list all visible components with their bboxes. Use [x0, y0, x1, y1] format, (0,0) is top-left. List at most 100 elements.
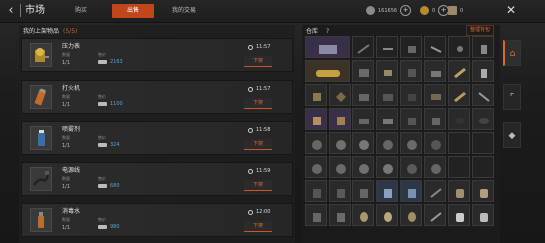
delist-button[interactable]: 下架	[244, 180, 272, 191]
inventory-slot[interactable]	[448, 156, 470, 178]
inventory-slot[interactable]	[305, 180, 327, 202]
currency-gold: 0 +	[420, 5, 450, 16]
item-icon	[313, 117, 321, 125]
expiry-time-text: 11:58	[256, 127, 271, 133]
inventory-slot[interactable]	[400, 84, 422, 106]
listing-row[interactable]: 电源线 数量 1/1 售价 680 11:59 下架	[21, 162, 293, 196]
inventory-slot[interactable]	[424, 180, 446, 202]
item-icon	[408, 46, 416, 53]
delist-button[interactable]: 下架	[244, 98, 272, 109]
inventory-slot[interactable]	[305, 132, 327, 154]
coin-icon	[98, 60, 107, 64]
inventory-slot[interactable]	[448, 36, 470, 58]
help-icon[interactable]: ?	[326, 28, 329, 35]
inventory-slot[interactable]	[424, 108, 446, 130]
qty-label: 数量	[62, 217, 70, 222]
inventory-slot[interactable]	[472, 84, 494, 106]
inventory-slot[interactable]	[400, 180, 422, 202]
inventory-slot[interactable]	[352, 132, 374, 154]
qty-value: 1/1	[62, 60, 71, 66]
inventory-slot[interactable]	[472, 132, 494, 154]
inventory-slot[interactable]	[448, 132, 470, 154]
inventory-slot[interactable]	[424, 132, 446, 154]
inventory-slot[interactable]	[329, 84, 351, 106]
my-listings-panel: 我的上架物品 (5/5) 压力表 数量 1/1 售价 2163 11:57 下架 …	[19, 25, 295, 243]
inventory-slot[interactable]	[352, 36, 374, 58]
inventory-slot[interactable]	[352, 108, 374, 130]
inventory-slot[interactable]	[472, 36, 494, 58]
delist-button[interactable]: 下架	[244, 221, 272, 232]
item-icon	[383, 48, 393, 50]
inventory-slot[interactable]	[448, 108, 470, 130]
back-button[interactable]: ‹	[3, 3, 19, 19]
inventory-slot[interactable]	[329, 156, 351, 178]
inventory-slot[interactable]	[376, 60, 398, 82]
side-tab-home[interactable]: ⌂	[503, 40, 521, 66]
inventory-slot[interactable]	[448, 84, 470, 106]
inventory-slot[interactable]	[424, 204, 446, 226]
inventory-slot[interactable]	[376, 36, 398, 58]
listing-row[interactable]: 打火机 数量 1/1 售价 1100 11:57 下架	[21, 80, 293, 114]
expiry-time-text: 11:57	[256, 86, 271, 92]
side-tab-weapons[interactable]: ⌜	[503, 84, 521, 110]
inventory-slot[interactable]	[424, 36, 446, 58]
delist-button[interactable]: 下架	[244, 139, 272, 150]
inventory-slot[interactable]	[424, 156, 446, 178]
inventory-slot[interactable]	[376, 84, 398, 106]
inventory-slot[interactable]	[376, 180, 398, 202]
inventory-slot[interactable]	[472, 204, 494, 226]
inventory-slot[interactable]	[448, 204, 470, 226]
item-icon	[408, 118, 416, 125]
inventory-slot[interactable]	[352, 156, 374, 178]
inventory-slot[interactable]	[472, 156, 494, 178]
inventory-slot[interactable]	[305, 84, 327, 106]
inventory-slot[interactable]	[352, 60, 374, 82]
inventory-slot[interactable]	[305, 156, 327, 178]
inventory-slot[interactable]	[305, 204, 327, 226]
inventory-slot[interactable]	[400, 204, 422, 226]
organize-button[interactable]: 整理背包	[466, 25, 494, 36]
inventory-slot[interactable]	[400, 132, 422, 154]
inventory-slot[interactable]	[376, 132, 398, 154]
inventory-slot[interactable]	[305, 108, 327, 130]
inventory-slot[interactable]	[448, 180, 470, 202]
inventory-slot[interactable]	[376, 156, 398, 178]
add-coins-button[interactable]: +	[400, 5, 412, 16]
inventory-slot[interactable]	[400, 60, 422, 82]
inventory-slot[interactable]	[329, 204, 351, 226]
listing-row[interactable]: 压力表 数量 1/1 售价 2163 11:57 下架	[21, 38, 293, 72]
clock-icon	[248, 127, 253, 133]
inventory-slot[interactable]	[424, 84, 446, 106]
inventory-slot[interactable]	[376, 204, 398, 226]
inventory-slot[interactable]	[329, 132, 351, 154]
price-value: 980	[98, 224, 120, 230]
inventory-slot[interactable]	[305, 36, 350, 58]
inventory-slot[interactable]	[448, 60, 470, 82]
inventory-slot[interactable]	[352, 204, 374, 226]
currency-coins: 161656 +	[366, 5, 412, 16]
tab-buy[interactable]: 购买	[64, 4, 98, 18]
inventory-slot[interactable]	[424, 60, 446, 82]
inventory-slot[interactable]	[329, 180, 351, 202]
inventory-slot[interactable]	[400, 36, 422, 58]
listing-row[interactable]: 消毒水 数量 1/1 售价 980 12:00 下架	[21, 203, 293, 237]
warehouse-title: 仓库	[306, 28, 319, 35]
item-icon	[407, 140, 417, 150]
delist-button[interactable]: 下架	[244, 56, 272, 67]
inventory-slot[interactable]	[352, 84, 374, 106]
inventory-slot[interactable]	[376, 108, 398, 130]
qty-value: 1/1	[62, 102, 71, 108]
tab-my-trades[interactable]: 我的交易	[162, 4, 206, 18]
inventory-slot[interactable]	[400, 156, 422, 178]
tab-sell[interactable]: 出售	[112, 4, 154, 18]
inventory-slot[interactable]	[472, 60, 494, 82]
listing-row[interactable]: 喷雾剂 数量 1/1 售价 324 11:58 下架	[21, 121, 293, 155]
inventory-slot[interactable]	[352, 180, 374, 202]
inventory-slot[interactable]	[400, 108, 422, 130]
side-tab-tags[interactable]: ◆	[503, 122, 521, 148]
inventory-slot[interactable]	[472, 108, 494, 130]
close-button[interactable]: ✕	[503, 2, 519, 18]
inventory-slot[interactable]	[472, 180, 494, 202]
inventory-slot[interactable]	[329, 108, 351, 130]
inventory-slot[interactable]	[305, 60, 350, 82]
